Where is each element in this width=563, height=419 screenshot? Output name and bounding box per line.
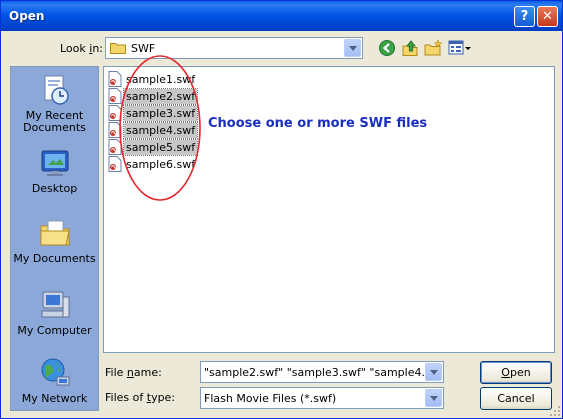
desktop-icon [41, 150, 68, 176]
views-menu-icon[interactable] [448, 39, 472, 57]
close-icon: ✕ [542, 9, 553, 24]
file-type-dropdown[interactable]: Flash Movie Files (*.swf) [200, 387, 444, 409]
my-documents-icon [40, 220, 70, 246]
place-my-network[interactable]: My Network [11, 357, 98, 405]
file-type-value: Flash Movie Files (*.swf) [204, 392, 337, 405]
chevron-down-icon[interactable] [425, 389, 442, 407]
dialog-title: Open [9, 9, 45, 23]
place-my-computer[interactable]: My Computer [11, 289, 98, 337]
open-button[interactable]: Open [480, 361, 552, 384]
place-label: Documents [23, 121, 86, 134]
file-name-value: "sample2.swf" "sample3.swf" "sample4.swf… [204, 366, 424, 379]
file-list[interactable]: sample1.swf sample2.swf sample3.swf samp… [103, 55, 555, 353]
place-my-recent-documents[interactable]: My Recent Documents [11, 74, 98, 134]
places-bar: My Recent Documents Desktop My Documents… [10, 66, 99, 411]
place-desktop[interactable]: Desktop [11, 147, 98, 195]
chevron-down-icon[interactable] [344, 39, 361, 57]
annotation-text: Choose one or more SWF files [208, 116, 428, 131]
new-folder-icon[interactable] [424, 39, 442, 57]
up-folder-icon[interactable] [401, 39, 419, 57]
place-label: My Documents [13, 252, 96, 265]
place-my-documents[interactable]: My Documents [11, 217, 98, 265]
file-name-label: File name: [105, 366, 162, 379]
close-button[interactable]: ✕ [537, 6, 558, 27]
place-label: Desktop [31, 182, 78, 195]
look-in-label: Look in: [60, 42, 104, 55]
chevron-down-icon[interactable] [425, 363, 442, 381]
recent-documents-icon [44, 75, 69, 105]
place-label: My Computer [17, 324, 92, 337]
back-icon[interactable] [378, 39, 396, 57]
my-computer-icon [41, 291, 69, 318]
help-button[interactable]: ? [514, 6, 535, 27]
open-dialog: Open ? ✕ Look in: SWF My Recent Document… [0, 0, 563, 419]
help-icon: ? [520, 9, 529, 24]
place-label: My Network [21, 392, 88, 405]
resize-grip-icon[interactable] [549, 405, 561, 417]
file-type-label: Files of type: [105, 391, 176, 404]
annotation-ellipse [119, 55, 201, 201]
title-bar[interactable]: Open ? ✕ [1, 1, 562, 31]
cancel-button[interactable]: Cancel [480, 387, 552, 410]
file-name-field[interactable]: "sample2.swf" "sample3.swf" "sample4.swf… [200, 361, 444, 383]
my-network-icon [41, 358, 69, 386]
